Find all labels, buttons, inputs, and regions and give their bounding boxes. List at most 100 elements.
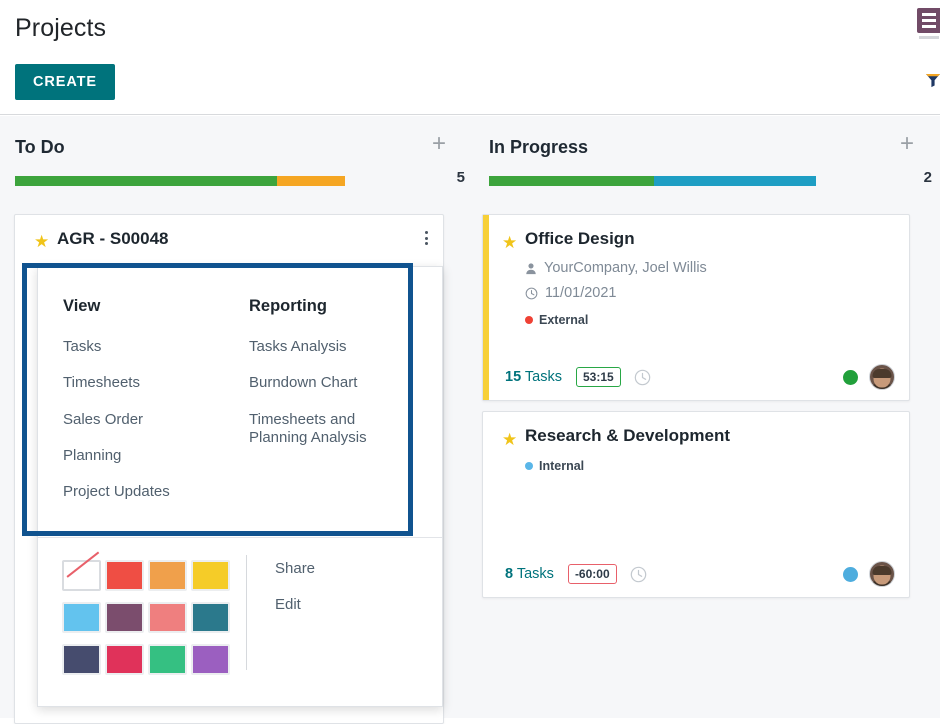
clock-icon[interactable] — [630, 566, 647, 583]
kanban-card-research-development[interactable]: ★ Research & Development Internal 8 Task… — [482, 411, 910, 598]
card-date-label: 11/01/2021 — [545, 285, 617, 301]
card-footer-right — [843, 364, 895, 390]
color-swatch-plum[interactable] — [105, 602, 144, 633]
tasks-link-office-design[interactable]: 15 Tasks — [505, 369, 562, 385]
card-date-row: 11/01/2021 — [525, 285, 617, 301]
list-view-bar — [922, 19, 936, 22]
status-badge[interactable] — [843, 567, 858, 582]
kebab-dot — [425, 237, 428, 240]
tag-dot-icon — [525, 316, 533, 324]
card-tag-external[interactable]: External — [525, 313, 588, 327]
dropdown-actions: Share Edit — [247, 538, 315, 706]
color-swatch-salmon[interactable] — [148, 602, 187, 633]
view-switch-underline — [919, 36, 939, 39]
color-swatch-green[interactable] — [148, 644, 187, 675]
list-view-bar — [922, 25, 936, 28]
card-title-office-design: Office Design — [525, 229, 635, 249]
card-customer-label: YourCompany, Joel Willis — [544, 260, 707, 276]
card-title-research-development: Research & Development — [525, 426, 730, 446]
card-footer-research-development: 8 Tasks -60:00 — [483, 561, 909, 587]
filter-funnel-icon[interactable] — [925, 72, 940, 88]
card-settings-dropdown[interactable]: View Tasks Timesheets Sales Order Planni… — [37, 266, 443, 707]
dropdown-heading-view: View — [63, 297, 224, 316]
add-card-todo-icon[interactable]: + — [428, 134, 450, 156]
card-title-agr: AGR - S00048 — [57, 229, 169, 249]
tag-dot-icon — [525, 462, 533, 470]
avatar-hair — [873, 566, 892, 575]
time-badge-research-development[interactable]: -60:00 — [568, 564, 617, 584]
clock-icon — [525, 287, 538, 300]
dropdown-item-tasks[interactable]: Tasks — [63, 338, 224, 356]
color-swatch-no-color[interactable] — [62, 560, 101, 591]
column-title-in-progress: In Progress — [489, 137, 588, 158]
clock-icon[interactable] — [634, 369, 651, 386]
page-title: Projects — [15, 14, 106, 43]
add-card-in-progress-icon[interactable]: + — [896, 134, 918, 156]
card-footer-right — [843, 561, 895, 587]
user-icon — [525, 262, 537, 275]
list-view-icon[interactable] — [917, 8, 940, 33]
tasks-link-research-development[interactable]: 8 Tasks — [505, 566, 554, 582]
progress-segment-green — [15, 176, 277, 186]
star-icon[interactable]: ★ — [34, 233, 49, 250]
dropdown-sections: View Tasks Timesheets Sales Order Planni… — [38, 267, 442, 519]
column-count-in-progress: 2 — [882, 169, 932, 186]
column-progress-in-progress[interactable] — [489, 176, 816, 186]
dropdown-action-edit[interactable]: Edit — [275, 596, 315, 613]
avatar[interactable] — [869, 561, 895, 587]
color-swatch-yellow[interactable] — [191, 560, 230, 591]
column-header-todo: To Do + 5 — [0, 116, 474, 198]
column-header-in-progress: In Progress + 2 — [474, 116, 940, 198]
avatar[interactable] — [869, 364, 895, 390]
column-count-todo: 5 — [415, 169, 465, 186]
dropdown-item-project-updates[interactable]: Project Updates — [63, 483, 224, 501]
card-tag-label: Internal — [539, 459, 584, 473]
kanban-card-office-design[interactable]: ★ Office Design YourCompany, Joel Willis — [482, 214, 910, 401]
dropdown-item-timesheets-planning-analysis[interactable]: Timesheets and Planning Analysis — [249, 411, 414, 448]
avatar-hair — [873, 369, 892, 378]
tasks-label: Tasks — [525, 369, 562, 385]
star-icon[interactable]: ★ — [502, 431, 517, 448]
card-footer-office-design: 15 Tasks 53:15 — [483, 364, 909, 390]
card-customer-row: YourCompany, Joel Willis — [525, 260, 707, 276]
progress-segment-blue — [654, 176, 816, 186]
kanban-column-in-progress: In Progress + 2 ★ Office Design YourCom — [474, 116, 940, 718]
dropdown-item-timesheets[interactable]: Timesheets — [63, 374, 224, 392]
list-view-bar — [922, 13, 936, 16]
time-badge-office-design[interactable]: 53:15 — [576, 367, 621, 387]
kebab-dot — [425, 231, 428, 234]
dropdown-item-sales-order[interactable]: Sales Order — [63, 411, 224, 429]
kebab-menu-icon[interactable] — [419, 229, 433, 247]
column-title-todo: To Do — [15, 137, 65, 158]
dropdown-item-tasks-analysis[interactable]: Tasks Analysis — [249, 338, 439, 356]
tasks-count: 15 — [505, 369, 521, 385]
star-icon[interactable]: ★ — [502, 234, 517, 251]
color-swatch-crimson[interactable] — [105, 644, 144, 675]
column-progress-todo[interactable] — [15, 176, 345, 186]
dropdown-heading-reporting: Reporting — [249, 297, 439, 316]
color-swatch-red[interactable] — [105, 560, 144, 591]
color-swatch-orange[interactable] — [148, 560, 187, 591]
control-panel: Projects CREATE — [0, 0, 940, 115]
dropdown-action-share[interactable]: Share — [275, 560, 315, 577]
create-button[interactable]: CREATE — [15, 64, 115, 100]
status-badge[interactable] — [843, 370, 858, 385]
kanban-board: To Do + 5 ★ AGR - S00048 View Task — [0, 116, 940, 718]
color-swatch-navy[interactable] — [62, 644, 101, 675]
dropdown-item-burndown-chart[interactable]: Burndown Chart — [249, 374, 439, 392]
dropdown-view-section: View Tasks Timesheets Sales Order Planni… — [38, 297, 224, 519]
color-palette — [38, 538, 246, 706]
kebab-dot — [425, 242, 428, 245]
dropdown-reporting-section: Reporting Tasks Analysis Burndown Chart … — [224, 297, 439, 519]
color-swatch-purple[interactable] — [191, 644, 230, 675]
dropdown-item-planning[interactable]: Planning — [63, 447, 224, 465]
card-tag-internal[interactable]: Internal — [525, 459, 584, 473]
kanban-column-todo: To Do + 5 ★ AGR - S00048 View Task — [0, 116, 474, 718]
progress-segment-green — [489, 176, 654, 186]
progress-segment-orange — [277, 176, 345, 186]
dropdown-lower-section: Share Edit — [38, 538, 442, 706]
color-swatch-teal[interactable] — [191, 602, 230, 633]
color-swatch-light-blue[interactable] — [62, 602, 101, 633]
tasks-count: 8 — [505, 566, 513, 582]
card-tag-label: External — [539, 313, 588, 327]
